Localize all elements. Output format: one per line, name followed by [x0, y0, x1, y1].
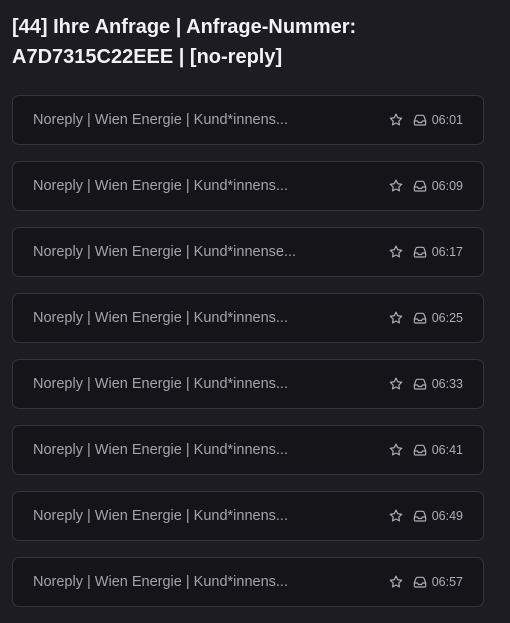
message-item[interactable]: Noreply | Wien Energie | Kund*innens... … [12, 293, 484, 343]
star-icon[interactable] [388, 442, 404, 458]
message-item[interactable]: Noreply | Wien Energie | Kund*innens... … [12, 557, 484, 607]
message-sender: Noreply | Wien Energie | Kund*innens... [33, 574, 288, 590]
message-meta: 06:41 [388, 442, 463, 458]
message-item[interactable]: Noreply | Wien Energie | Kund*innense...… [12, 227, 484, 277]
star-icon[interactable] [388, 310, 404, 326]
star-icon[interactable] [388, 574, 404, 590]
message-item[interactable]: Noreply | Wien Energie | Kund*innens... … [12, 359, 484, 409]
message-sender: Noreply | Wien Energie | Kund*innens... [33, 508, 288, 524]
message-item[interactable]: Noreply | Wien Energie | Kund*innens... … [12, 425, 484, 475]
inbox-icon [412, 310, 428, 326]
inbox-icon [412, 508, 428, 524]
star-icon[interactable] [388, 376, 404, 392]
message-item[interactable]: Noreply | Wien Energie | Kund*innens... … [12, 161, 484, 211]
message-sender: Noreply | Wien Energie | Kund*innens... [33, 112, 288, 128]
star-icon[interactable] [388, 112, 404, 128]
message-meta: 06:25 [388, 310, 463, 326]
message-meta: 06:57 [388, 574, 463, 590]
message-item[interactable]: Noreply | Wien Energie | Kund*innens... … [12, 491, 484, 541]
message-meta: 06:01 [388, 112, 463, 128]
message-sender: Noreply | Wien Energie | Kund*innens... [33, 376, 288, 392]
message-sender: Noreply | Wien Energie | Kund*innens... [33, 178, 288, 194]
inbox-icon [412, 112, 428, 128]
message-meta: 06:17 [388, 244, 463, 260]
inbox-icon [412, 178, 428, 194]
star-icon[interactable] [388, 178, 404, 194]
message-time: 06:17 [431, 245, 463, 259]
message-meta: 06:09 [388, 178, 463, 194]
message-sender: Noreply | Wien Energie | Kund*innense... [33, 244, 297, 260]
message-list: Noreply | Wien Energie | Kund*innens... … [12, 95, 484, 623]
inbox-icon [412, 244, 428, 260]
message-time: 06:49 [431, 509, 463, 523]
inbox-icon [412, 574, 428, 590]
star-icon[interactable] [388, 508, 404, 524]
message-meta: 06:33 [388, 376, 463, 392]
message-meta: 06:49 [388, 508, 463, 524]
message-time: 06:01 [431, 113, 463, 127]
thread-title: [44] Ihre Anfrage | Anfrage-Nummer: A7D7… [12, 16, 357, 68]
message-item[interactable]: Noreply | Wien Energie | Kund*innens... … [12, 95, 484, 145]
message-sender: Noreply | Wien Energie | Kund*innens... [33, 310, 288, 326]
star-icon[interactable] [388, 244, 404, 260]
message-sender: Noreply | Wien Energie | Kund*innens... [33, 442, 288, 458]
inbox-icon [412, 376, 428, 392]
message-time: 06:33 [431, 377, 463, 391]
message-time: 06:25 [431, 311, 463, 325]
inbox-icon [412, 442, 428, 458]
message-time: 06:41 [431, 443, 463, 457]
message-time: 06:09 [431, 179, 463, 193]
